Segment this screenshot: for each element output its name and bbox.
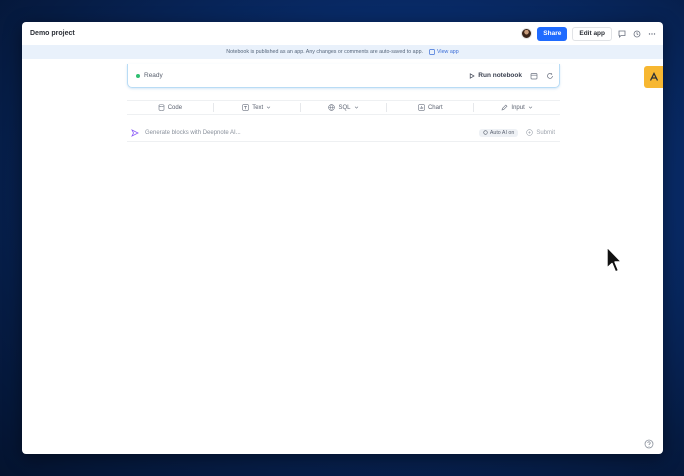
banner-message: Notebook is published as an app. Any cha…: [226, 49, 423, 55]
add-chart-block-button[interactable]: Chart: [387, 104, 473, 111]
refresh-icon[interactable]: [546, 67, 554, 85]
notebook-header: Ready Run notebook: [127, 64, 560, 88]
submit-label: Submit: [536, 129, 555, 136]
status-indicator: [136, 73, 140, 78]
auto-ai-toggle[interactable]: Auto AI on: [478, 128, 519, 137]
chevron-down-icon: [266, 106, 271, 109]
ai-prompt-row: Generate blocks with Deepnote AI... Auto…: [127, 124, 560, 142]
more-icon[interactable]: [647, 29, 657, 39]
pencil-icon: [501, 104, 508, 111]
submit-button[interactable]: Submit: [526, 129, 555, 136]
deepnote-logo-icon: [649, 72, 658, 81]
comment-icon[interactable]: [617, 29, 627, 39]
topbar-actions: Share Edit app: [521, 26, 657, 41]
add-text-block-button[interactable]: Text: [214, 104, 300, 111]
add-code-block-button[interactable]: Code: [127, 104, 213, 111]
view-app-link[interactable]: View app: [429, 49, 459, 55]
auto-ai-icon: [483, 130, 488, 135]
submit-icon: [526, 129, 534, 136]
ai-actions: Auto AI on Submit: [478, 128, 555, 137]
add-input-block-button[interactable]: Input: [474, 104, 560, 111]
project-title[interactable]: Demo project: [30, 30, 75, 37]
input-label: Input: [511, 104, 525, 111]
notebook-actions: Run notebook: [469, 67, 554, 85]
published-banner: Notebook is published as an app. Any cha…: [22, 45, 663, 59]
ai-sparkle-icon: [131, 128, 139, 137]
edit-app-button[interactable]: Edit app: [572, 26, 612, 41]
status-text: Ready: [144, 72, 163, 79]
avatar[interactable]: [521, 28, 533, 39]
globe-icon: [328, 104, 336, 111]
share-button[interactable]: Share: [537, 26, 568, 41]
view-app-label: View app: [437, 49, 459, 55]
side-panel-tab[interactable]: [644, 66, 663, 88]
run-notebook-button[interactable]: Run notebook: [469, 72, 522, 79]
text-icon: [242, 104, 249, 111]
sql-label: SQL: [338, 104, 351, 111]
history-icon[interactable]: [632, 29, 642, 39]
chevron-down-icon: [528, 106, 532, 109]
add-block-bar: Code Text SQL Chart Input: [127, 100, 560, 115]
top-bar: Demo project Share Edit app: [22, 22, 663, 45]
auto-ai-label: Auto AI on: [489, 129, 515, 136]
text-label: Text: [252, 104, 264, 111]
database-icon: [158, 104, 165, 111]
mouse-cursor-icon: [606, 246, 623, 273]
help-icon[interactable]: [644, 436, 654, 449]
calendar-icon[interactable]: [530, 67, 538, 85]
app-window: Demo project Share Edit app Notebook is …: [22, 22, 663, 454]
add-sql-block-button[interactable]: SQL: [301, 104, 387, 111]
ai-prompt-input[interactable]: Generate blocks with Deepnote AI...: [145, 130, 241, 136]
play-icon: [470, 72, 475, 79]
chart-label: Chart: [427, 104, 443, 111]
code-label: Code: [167, 104, 183, 111]
run-notebook-label: Run notebook: [478, 72, 522, 79]
chart-icon: [418, 104, 425, 111]
chevron-down-icon: [354, 106, 358, 109]
external-link-icon: [429, 49, 435, 55]
